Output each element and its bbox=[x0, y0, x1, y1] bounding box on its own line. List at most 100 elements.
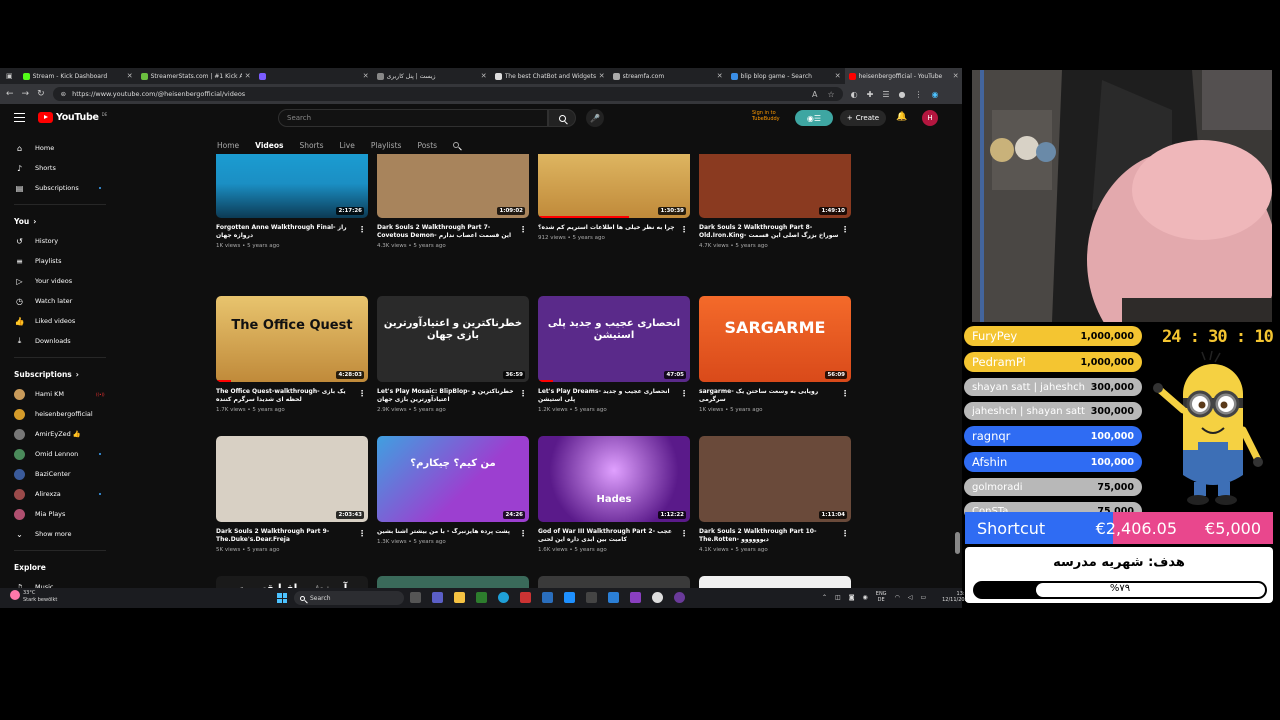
wifi-icon[interactable]: ◠ bbox=[895, 594, 900, 601]
video-thumbnail[interactable]: Hades 1:12:22 bbox=[538, 436, 690, 522]
translate-icon[interactable]: A bbox=[812, 90, 817, 99]
sidebar-item-history[interactable]: ↺ History bbox=[0, 231, 120, 251]
site-info-icon[interactable]: ⊜ bbox=[61, 90, 66, 98]
tubebuddy-signin[interactable]: Sign in to TubeBuddy bbox=[752, 110, 780, 122]
tab-videos[interactable]: Videos bbox=[255, 141, 283, 150]
video-title[interactable]: Dark Souls 2 Walkthrough Part 8-Old.Iron… bbox=[699, 224, 839, 240]
video-card[interactable]: 2:17:26 Forgotten Anne Walkthrough Final-… bbox=[216, 154, 368, 249]
battery-icon[interactable]: ▭ bbox=[920, 594, 926, 601]
app-icon[interactable] bbox=[674, 592, 685, 603]
tray-app-icon[interactable]: ◫ bbox=[835, 594, 841, 601]
chevron-up-icon[interactable]: ⌃ bbox=[822, 594, 827, 601]
more-options-icon[interactable]: ⋮ bbox=[841, 389, 849, 398]
search-button[interactable] bbox=[548, 109, 576, 127]
video-thumbnail[interactable] bbox=[538, 576, 690, 588]
notifications-icon[interactable]: 🔔 bbox=[896, 112, 907, 122]
video-thumbnail[interactable]: خطرناکترین و اعتیادآورترین بازی جهان 36:5… bbox=[377, 296, 529, 382]
language-indicator[interactable]: ENG DE bbox=[876, 591, 887, 603]
video-card[interactable]: چرا من کم استریم میکنم؟؟1:30:39 چرا به نظ… bbox=[538, 154, 690, 241]
extension-icon[interactable]: ◐ bbox=[851, 90, 858, 99]
video-card[interactable]: انحصاری عجیب و جدید پلی استیشن 47:05 Let's… bbox=[538, 296, 690, 413]
video-thumbnail[interactable]: 1:49:10 bbox=[699, 154, 851, 218]
video-thumbnail[interactable] bbox=[699, 576, 851, 588]
more-options-icon[interactable]: ⋮ bbox=[680, 389, 688, 398]
video-thumbnail[interactable]: چرا من کم استریم میکنم؟؟1:30:39 bbox=[538, 154, 690, 218]
sidebar-subscription-item[interactable]: heisenbergofficial bbox=[0, 404, 120, 424]
video-card[interactable]: 2:03:43 Dark Souls 2 Walkthrough Part 9-T… bbox=[216, 436, 368, 553]
video-thumbnail[interactable]: انحصاری عجیب و جدید پلی استیشن 47:05 bbox=[538, 296, 690, 382]
video-thumbnail[interactable]: SARGARME 56:09 bbox=[699, 296, 851, 382]
video-title[interactable]: Forgotten Anne Walkthrough Final- راز در… bbox=[216, 224, 356, 240]
tab-close-icon[interactable]: ✕ bbox=[127, 72, 133, 80]
profile-icon[interactable]: ● bbox=[899, 90, 906, 99]
browser-tab[interactable]: The best ChatBot and Widgets f ✕ bbox=[491, 68, 609, 84]
video-card[interactable]: خطرناکترین و اعتیادآورترین بازی جهان 36:5… bbox=[377, 296, 529, 413]
video-card[interactable] bbox=[538, 576, 690, 588]
sidebar-you-header[interactable]: You › bbox=[0, 211, 120, 231]
app-icon[interactable] bbox=[520, 592, 531, 603]
video-title[interactable]: چرا به نظر خیلی ها اطلاعات استریم کم شده… bbox=[538, 224, 678, 232]
star-icon[interactable]: ☆ bbox=[827, 90, 834, 99]
start-button[interactable] bbox=[277, 593, 287, 603]
video-thumbnail[interactable]: من کیم؟ چیکارم؟ 24:26 bbox=[377, 436, 529, 522]
tab-home[interactable]: Home bbox=[217, 141, 239, 150]
edge-icon[interactable] bbox=[498, 592, 509, 603]
tab-close-icon[interactable]: ✕ bbox=[245, 72, 251, 80]
browser-tab[interactable]: blip blop game - Search ✕ bbox=[727, 68, 845, 84]
show-more-button[interactable]: ⌄ Show more bbox=[0, 524, 120, 544]
weather-widget[interactable]: 33°C Stark bewölkt bbox=[10, 590, 57, 604]
app-icon[interactable] bbox=[630, 592, 641, 603]
browser-tab[interactable]: heisenbergofficial - YouTube ✕ bbox=[844, 68, 962, 84]
voice-search-button[interactable]: 🎤 bbox=[586, 109, 604, 127]
sidebar-item-downloads[interactable]: ⤓ Downloads bbox=[0, 331, 120, 351]
tab-close-icon[interactable]: ✕ bbox=[835, 72, 841, 80]
back-icon[interactable]: ← bbox=[6, 89, 14, 99]
video-title[interactable]: The Office Quest-walkthrough- یک بازی لح… bbox=[216, 388, 356, 404]
video-title[interactable]: پشت پرده هایزنبرگ - با من بیشتر آشنا بشی… bbox=[377, 528, 517, 536]
sidebar-item-shorts[interactable]: ♪ Shorts bbox=[0, 158, 120, 178]
app-icon[interactable] bbox=[564, 592, 575, 603]
video-thumbnail[interactable]: 2:03:43 bbox=[216, 436, 368, 522]
vscode-icon[interactable] bbox=[608, 592, 619, 603]
more-options-icon[interactable]: ⋮ bbox=[358, 529, 366, 538]
video-card[interactable]: 1:11:04 Dark Souls 2 Walkthrough Part 10-… bbox=[699, 436, 851, 553]
video-title[interactable]: God of War III Walkthrough Part 2- عجب ک… bbox=[538, 528, 678, 544]
sidebar-subscription-item[interactable]: Mia Plays bbox=[0, 504, 120, 524]
video-card[interactable]: The Office Quest 4:28:03 The Office Quest-… bbox=[216, 296, 368, 413]
more-options-icon[interactable]: ⋮ bbox=[519, 529, 527, 538]
tab-close-icon[interactable]: ✕ bbox=[953, 72, 959, 80]
volume-icon[interactable]: ◁ bbox=[908, 594, 913, 601]
terminal-icon[interactable] bbox=[586, 592, 597, 603]
tab-close-icon[interactable]: ✕ bbox=[717, 72, 723, 80]
tab-close-icon[interactable]: ✕ bbox=[363, 72, 369, 80]
outlook-icon[interactable] bbox=[542, 592, 553, 603]
video-thumbnail[interactable] bbox=[377, 576, 529, 588]
video-thumbnail[interactable]: 1:11:04 bbox=[699, 436, 851, 522]
teams-icon[interactable] bbox=[432, 592, 443, 603]
video-title[interactable]: Let's Play Mosaic: BlipBlop- خطرناکترین … bbox=[377, 388, 517, 404]
more-options-icon[interactable]: ⋮ bbox=[841, 529, 849, 538]
sidebar-item-subscriptions[interactable]: ▤ Subscriptions bbox=[0, 178, 120, 198]
browser-tab[interactable]: زیست | پنل کاربری ✕ bbox=[373, 68, 491, 84]
sidebar-subscription-item[interactable]: BaziCenter bbox=[0, 464, 120, 484]
tab-shorts[interactable]: Shorts bbox=[299, 141, 323, 150]
more-options-icon[interactable]: ⋮ bbox=[358, 389, 366, 398]
file-explorer-icon[interactable] bbox=[454, 592, 465, 603]
browser-tab[interactable]: StreamerStats.com | #1 Kick Ana ✕ bbox=[137, 68, 255, 84]
video-title[interactable]: sargarme- رویایی به وسعت ساختن یک سرگرمی bbox=[699, 388, 839, 404]
tab-actions-icon[interactable]: ▣ bbox=[6, 72, 13, 80]
video-card[interactable] bbox=[699, 576, 851, 588]
sidebar-subscription-item[interactable]: Omid Lennon bbox=[0, 444, 120, 464]
video-thumbnail[interactable]: The Office Quest 4:28:03 bbox=[216, 296, 368, 382]
reload-icon[interactable]: ↻ bbox=[37, 89, 45, 99]
video-title[interactable]: Dark Souls 2 Walkthrough Part 10-The.Rot… bbox=[699, 528, 839, 544]
tab-posts[interactable]: Posts bbox=[417, 141, 437, 150]
sidebar-subscriptions-header[interactable]: Subscriptions › bbox=[0, 364, 120, 384]
task-view-icon[interactable] bbox=[410, 592, 421, 603]
sidebar-item-playlists[interactable]: ≡ Playlists bbox=[0, 251, 120, 271]
search-input[interactable]: Search bbox=[278, 109, 548, 127]
sidebar-item-liked-videos[interactable]: 👍 Liked videos bbox=[0, 311, 120, 331]
video-thumbnail[interactable]: آموزش مافیا قسمت چهارم bbox=[216, 576, 368, 588]
tab-close-icon[interactable]: ✕ bbox=[481, 72, 487, 80]
video-title[interactable]: Let's Play Dreams- انحصاری عجیب و جدید پ… bbox=[538, 388, 678, 404]
